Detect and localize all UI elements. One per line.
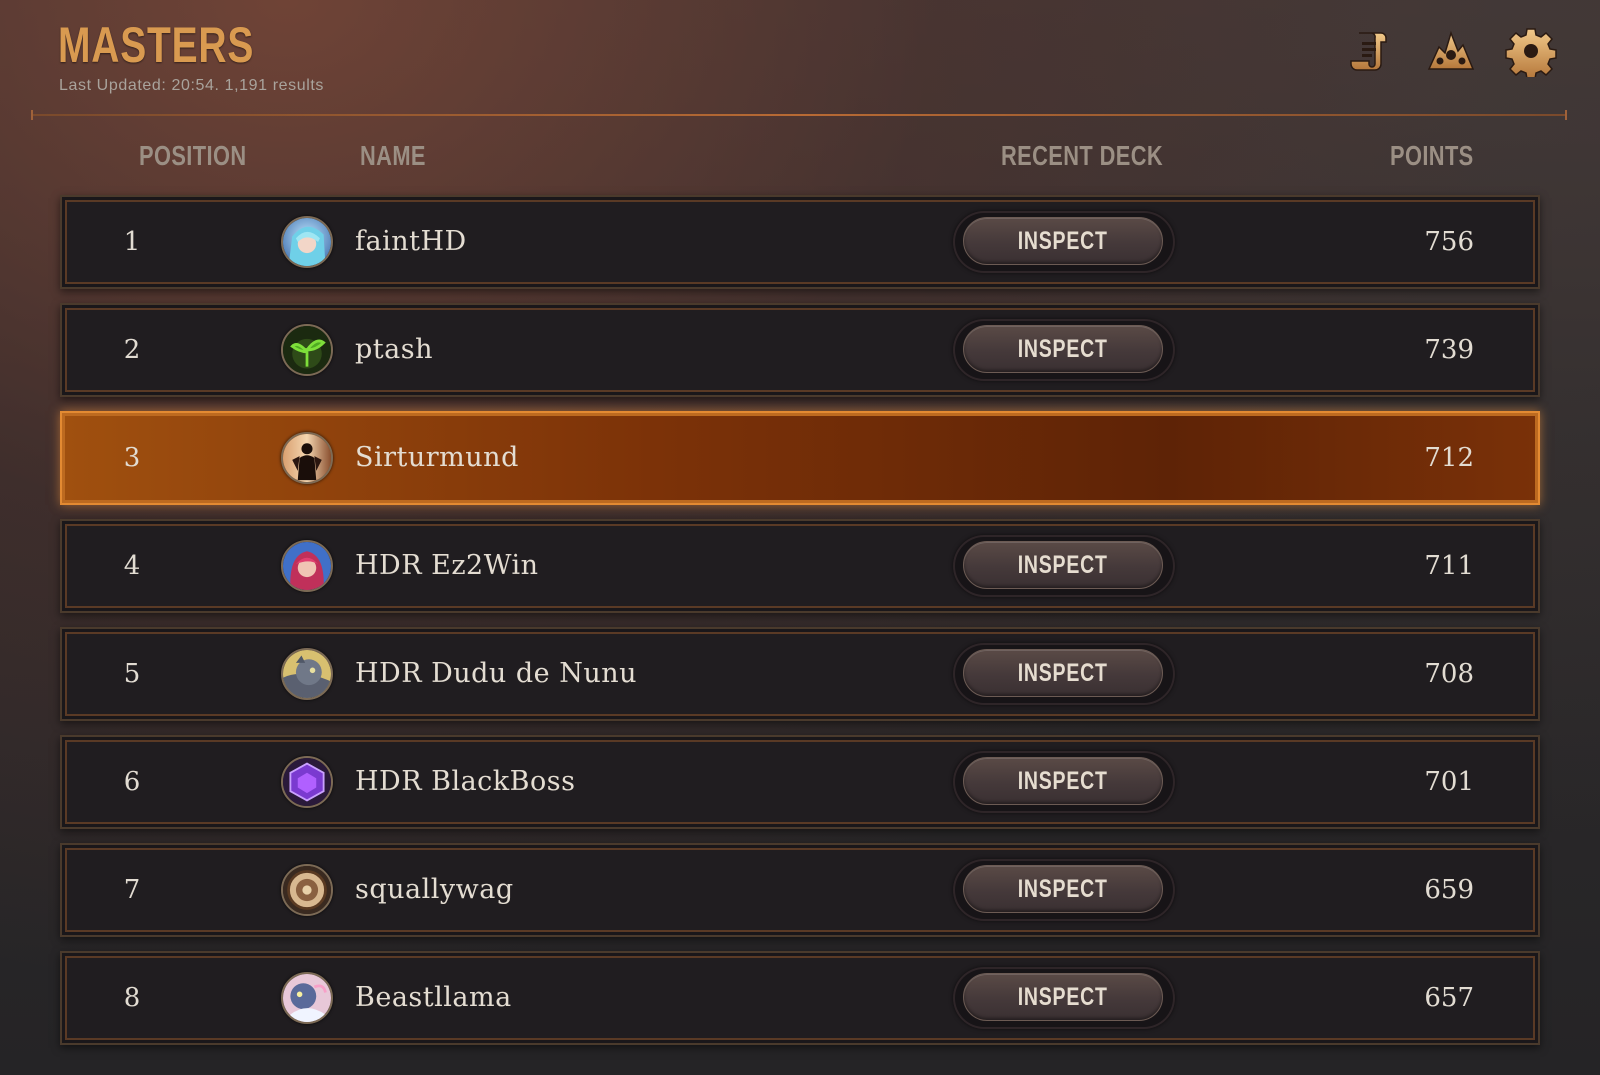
- inspect-button-label: INSPECT: [1018, 334, 1108, 363]
- avatar: [281, 864, 333, 916]
- last-updated-time: Last Updated: 20:54.: [59, 77, 220, 94]
- inspect-button-label: INSPECT: [1018, 982, 1108, 1011]
- player-points: 708: [1424, 659, 1474, 689]
- inspect-button-frame: INSPECT: [953, 211, 1175, 273]
- avatar: [281, 432, 333, 484]
- table-row[interactable]: 6 HDR BlackBoss INSPECT 701: [60, 735, 1540, 829]
- inspect-button-frame: INSPECT: [953, 319, 1175, 381]
- player-name: HDR BlackBoss: [355, 766, 576, 797]
- player-points: 657: [1424, 983, 1474, 1013]
- avatar: [281, 972, 333, 1024]
- row-position: 3: [123, 443, 141, 473]
- inspect-button[interactable]: INSPECT: [963, 217, 1163, 265]
- players-icon-svg: [1427, 30, 1475, 70]
- inspect-button-label: INSPECT: [1018, 874, 1108, 903]
- player-name: Sirturmund: [355, 442, 519, 473]
- player-points: 712: [1424, 443, 1474, 473]
- inspect-button-label: INSPECT: [1018, 226, 1108, 255]
- row-position: 1: [123, 227, 141, 257]
- table-row[interactable]: 2 ptash INSPECT 739: [60, 303, 1540, 397]
- table-row[interactable]: 8 Beastllama INSPECT 657: [60, 951, 1540, 1045]
- avatar: [281, 756, 333, 808]
- avatar: [281, 648, 333, 700]
- row-position: 5: [123, 659, 141, 689]
- inspect-button-label: INSPECT: [1018, 550, 1108, 579]
- player-name: ptash: [355, 334, 433, 365]
- player-points: 659: [1424, 875, 1474, 905]
- header-toolbar: [1342, 22, 1560, 80]
- column-header-points: POINTS: [1390, 140, 1474, 171]
- table-row-highlighted[interactable]: 3 Sirturmund 712: [60, 411, 1540, 505]
- row-position: 7: [123, 875, 141, 905]
- inspect-button[interactable]: INSPECT: [963, 541, 1163, 589]
- scroll-icon-svg: [1350, 32, 1387, 71]
- inspect-button-frame: INSPECT: [953, 751, 1175, 813]
- row-position: 4: [123, 551, 141, 581]
- player-points: 701: [1424, 767, 1474, 797]
- scroll-icon[interactable]: [1342, 22, 1400, 80]
- player-name: faintHD: [355, 226, 467, 257]
- inspect-button[interactable]: INSPECT: [963, 973, 1163, 1021]
- row-position: 6: [123, 767, 141, 797]
- player-name: HDR Dudu de Nunu: [355, 658, 638, 689]
- player-name: squallywag: [355, 874, 514, 905]
- gear-icon[interactable]: [1502, 22, 1560, 80]
- table-row[interactable]: 7 squallywag INSPECT 659: [60, 843, 1540, 937]
- inspect-button[interactable]: INSPECT: [963, 325, 1163, 373]
- table-row[interactable]: 4 HDR Ez2Win INSPECT 711: [60, 519, 1540, 613]
- header: MASTERS Last Updated: 20:54. 1,191 resul…: [0, 0, 1600, 120]
- column-headers: POSITION NAME RECENT DECK POINTS: [0, 140, 1600, 180]
- inspect-button-frame: INSPECT: [953, 535, 1175, 597]
- row-position: 2: [123, 335, 141, 365]
- leaderboard-players-icon[interactable]: [1422, 22, 1480, 80]
- avatar: [281, 324, 333, 376]
- player-points: 711: [1424, 551, 1474, 581]
- column-header-recent-deck: RECENT DECK: [1001, 140, 1164, 171]
- table-row[interactable]: 1 faintHD INSPECT 756: [60, 195, 1540, 289]
- header-divider: [31, 110, 1567, 120]
- results-count: 1,191 results: [224, 77, 325, 94]
- page-title: MASTERS: [58, 17, 255, 73]
- player-name: Beastllama: [355, 982, 512, 1013]
- gear-icon-svg: [1505, 28, 1557, 77]
- column-header-position: POSITION: [139, 140, 247, 171]
- player-points: 756: [1424, 227, 1474, 257]
- player-name: HDR Ez2Win: [355, 550, 539, 581]
- inspect-button-frame: INSPECT: [953, 859, 1175, 921]
- inspect-button[interactable]: INSPECT: [963, 649, 1163, 697]
- inspect-button[interactable]: INSPECT: [963, 757, 1163, 805]
- inspect-button[interactable]: INSPECT: [963, 865, 1163, 913]
- avatar: [281, 540, 333, 592]
- inspect-button-frame: INSPECT: [953, 967, 1175, 1029]
- inspect-button-label: INSPECT: [1018, 658, 1108, 687]
- leaderboard-table: 1 faintHD INSPECT 756 2 ptash INSPECT 73…: [60, 195, 1540, 1059]
- column-header-name: NAME: [360, 140, 426, 171]
- inspect-button-frame: INSPECT: [953, 643, 1175, 705]
- player-points: 739: [1424, 335, 1474, 365]
- last-updated-text: Last Updated: 20:54. 1,191 results: [59, 77, 324, 95]
- avatar: [281, 216, 333, 268]
- row-position: 8: [123, 983, 141, 1013]
- inspect-button-label: INSPECT: [1018, 766, 1108, 795]
- table-row[interactable]: 5 HDR Dudu de Nunu INSPECT 708: [60, 627, 1540, 721]
